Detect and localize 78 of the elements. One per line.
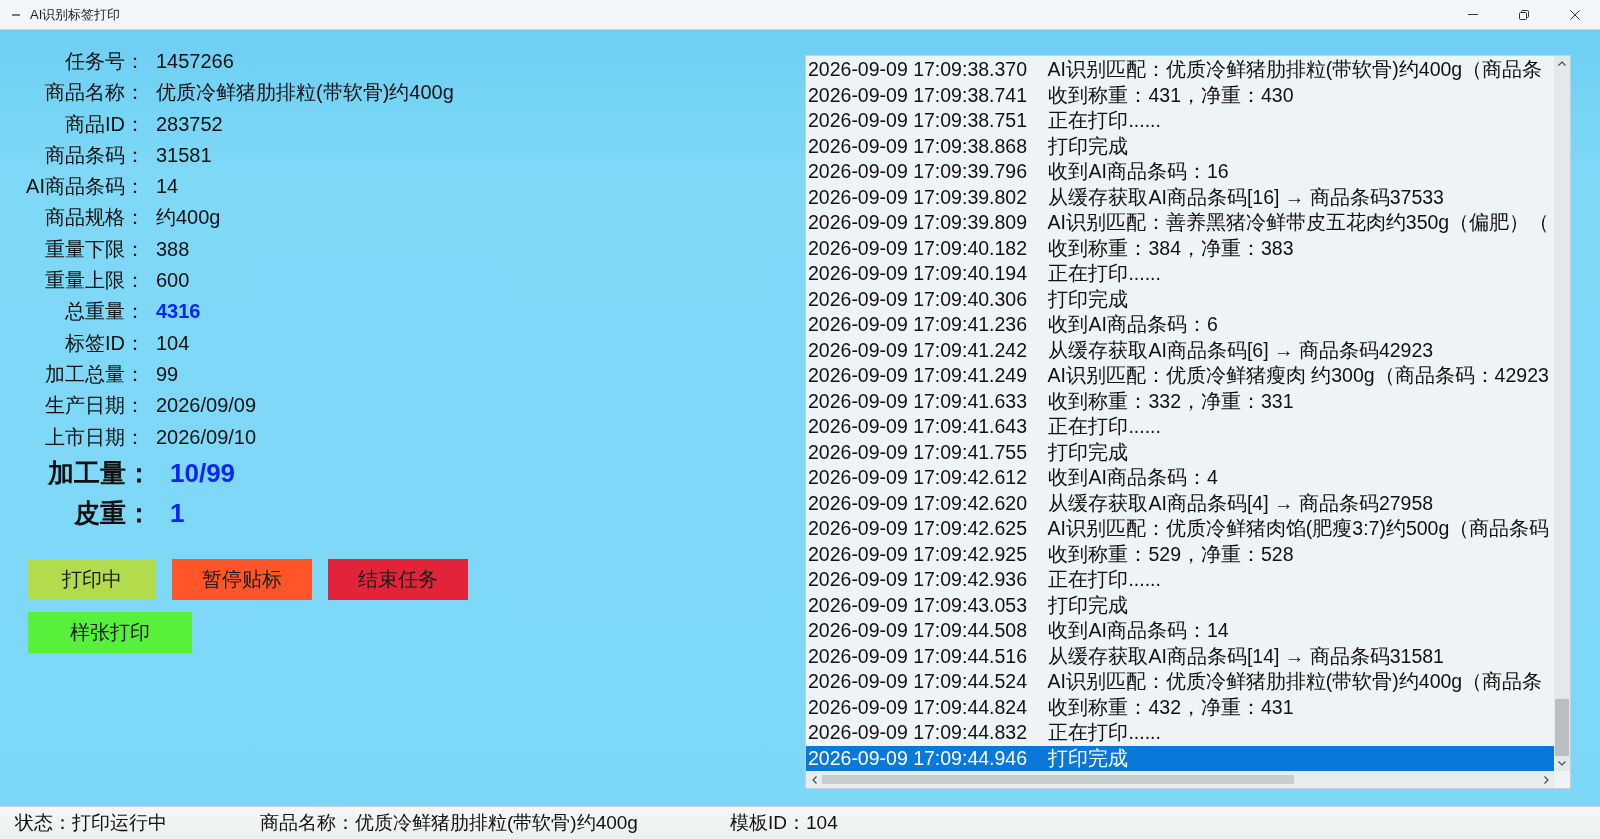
log-entry[interactable]: 2026-09-09 17:09:44.946 打印完成 (806, 745, 1554, 771)
log-entry[interactable]: 2026-09-09 17:09:39.809 AI识别匹配：善养黑猪冷鲜带皮五花肉约350g（偏肥）（ (806, 210, 1554, 236)
log-entry[interactable]: 2026-09-09 17:09:44.524 AI识别匹配：优质冷鲜猪肋排粒(带软骨)约400g（商品条 (806, 669, 1554, 695)
log-entry[interactable]: 2026-09-09 17:09:39.802 从缓存获取AI商品条码[16] → 商品条码37533 (806, 184, 1554, 210)
field-value: 约400g (156, 205, 221, 231)
dash-icon[interactable] (12, 13, 20, 16)
field-value: 2026/09/09 (156, 393, 257, 419)
field-label: 重量下限： (44, 236, 145, 262)
field-value: 99 (156, 361, 179, 387)
log-entry[interactable]: 2026-09-09 17:09:44.824 收到称重：432，净重：431 (806, 694, 1554, 720)
field-value: 优质冷鲜猪肋排粒(带软骨)约400g (156, 80, 454, 106)
log-entry[interactable]: 2026-09-09 17:09:42.925 收到称重：529，净重：528 (806, 541, 1554, 567)
log-entry[interactable]: 2026-09-09 17:09:41.242 从缓存获取AI商品条码[6] → 商品条码42923 (806, 337, 1554, 363)
log-entry[interactable]: 2026-09-09 17:09:42.612 收到AI商品条码：4 (806, 465, 1554, 491)
log-entry[interactable]: 2026-09-09 17:09:41.755 打印完成 (806, 439, 1554, 465)
total-value: 1 (170, 497, 185, 531)
field-value: 4316 (156, 299, 201, 325)
log-entry[interactable]: 2026-09-09 17:09:40.182 收到称重：384，净重：383 (806, 235, 1554, 261)
total-label: 皮重： (73, 497, 152, 531)
log-entry[interactable]: 2026-09-09 17:09:44.516 从缓存获取AI商品条码[14] → 商品条码31581 (806, 643, 1554, 669)
field-label: 总重量： (64, 299, 145, 325)
log-entry[interactable]: 2026-09-09 17:09:38.868 打印完成 (806, 133, 1554, 159)
log-entry[interactable]: 2026-09-09 17:09:38.741 收到称重：431，净重：430 (806, 82, 1554, 108)
action-button[interactable]: 样张打印 (28, 612, 192, 654)
field-label: 商品ID： (64, 111, 145, 137)
log-entry[interactable]: 2026-09-09 17:09:42.936 正在打印...... (806, 567, 1554, 593)
status-text: 模板ID：104 (730, 811, 838, 835)
field-value: 600 (156, 268, 190, 294)
log-entry[interactable]: 2026-09-09 17:09:40.194 正在打印...... (806, 261, 1554, 287)
vertical-scrollbar[interactable] (1554, 56, 1570, 771)
field-label: 生产日期： (44, 393, 145, 419)
total-label: 加工量： (46, 456, 152, 490)
field-label: 加工总量： (44, 361, 145, 387)
log-entry[interactable]: 2026-09-09 17:09:44.832 正在打印...... (806, 720, 1554, 746)
chevron-left-icon[interactable] (811, 775, 817, 784)
log-entry[interactable]: 2026-09-09 17:09:41.633 收到称重：332，净重：331 (806, 388, 1554, 414)
log-entry[interactable]: 2026-09-09 17:09:40.306 打印完成 (806, 286, 1554, 312)
field-value: 104 (156, 330, 190, 356)
scroll-thumb[interactable] (1555, 699, 1569, 756)
total-value: 10/99 (170, 456, 236, 490)
log-entry[interactable]: 2026-09-09 17:09:43.053 打印完成 (806, 592, 1554, 618)
chevron-down-icon[interactable] (1558, 761, 1566, 766)
field-label: 重量上限： (44, 268, 145, 294)
status-text: 状态：打印运行中 (15, 811, 167, 835)
field-value: 31581 (156, 142, 212, 168)
field-label: AI商品条码： (25, 174, 145, 200)
field-label: 上市日期： (44, 424, 145, 450)
action-button[interactable]: 结束任务 (328, 559, 468, 601)
log-entry[interactable]: 2026-09-09 17:09:38.370 AI识别匹配：优质冷鲜猪肋排粒(带软骨)约400g（商品条 (806, 57, 1554, 83)
horizontal-scrollbar[interactable] (806, 771, 1554, 788)
scroll-thumb[interactable] (822, 775, 1294, 784)
field-label: 任务号： (64, 49, 145, 74)
restore-icon (1518, 9, 1529, 20)
log-entry[interactable]: 2026-09-09 17:09:41.643 正在打印...... (806, 414, 1554, 440)
action-button[interactable]: 打印中 (28, 559, 156, 601)
field-label: 商品规格： (44, 205, 145, 231)
chevron-right-icon[interactable] (1543, 775, 1549, 784)
log-entry[interactable]: 2026-09-09 17:09:41.236 收到AI商品条码：6 (806, 312, 1554, 338)
log-entry[interactable]: 2026-09-09 17:09:38.751 正在打印...... (806, 108, 1554, 134)
field-label: 商品名称： (44, 80, 145, 106)
status-text: 商品名称：优质冷鲜猪肋排粒(带软骨)约400g (260, 811, 638, 835)
log-entry[interactable]: 2026-09-09 17:09:44.508 收到AI商品条码：14 (806, 618, 1554, 644)
close-icon (1569, 9, 1580, 20)
minimize-icon (1467, 14, 1478, 15)
log-entry[interactable]: 2026-09-09 17:09:42.625 AI识别匹配：优质冷鲜猪肉馅(肥瘦3:7)约500g（商品条码 (806, 516, 1554, 542)
log-entry[interactable]: 2026-09-09 17:09:41.249 AI识别匹配：优质冷鲜猪瘦肉 约300g（商品条码：42923 (806, 363, 1554, 389)
log-entry[interactable]: 2026-09-09 17:09:39.796 收到AI商品条码：16 (806, 159, 1554, 185)
chevron-up-icon[interactable] (1558, 61, 1566, 66)
window-title: AI识别标签打印 (30, 5, 121, 24)
field-label: 商品条码： (44, 142, 145, 168)
field-value: 388 (156, 236, 190, 262)
field-value: 283752 (156, 111, 223, 137)
field-value: 2026/09/10 (156, 424, 257, 450)
field-value: 1457266 (156, 49, 234, 74)
log-entry[interactable]: 2026-09-09 17:09:42.620 从缓存获取AI商品条码[4] → 商品条码27958 (806, 490, 1554, 516)
action-button[interactable]: 暂停贴标 (172, 559, 312, 601)
field-value: 14 (156, 174, 179, 200)
field-label: 标签ID： (64, 330, 145, 356)
